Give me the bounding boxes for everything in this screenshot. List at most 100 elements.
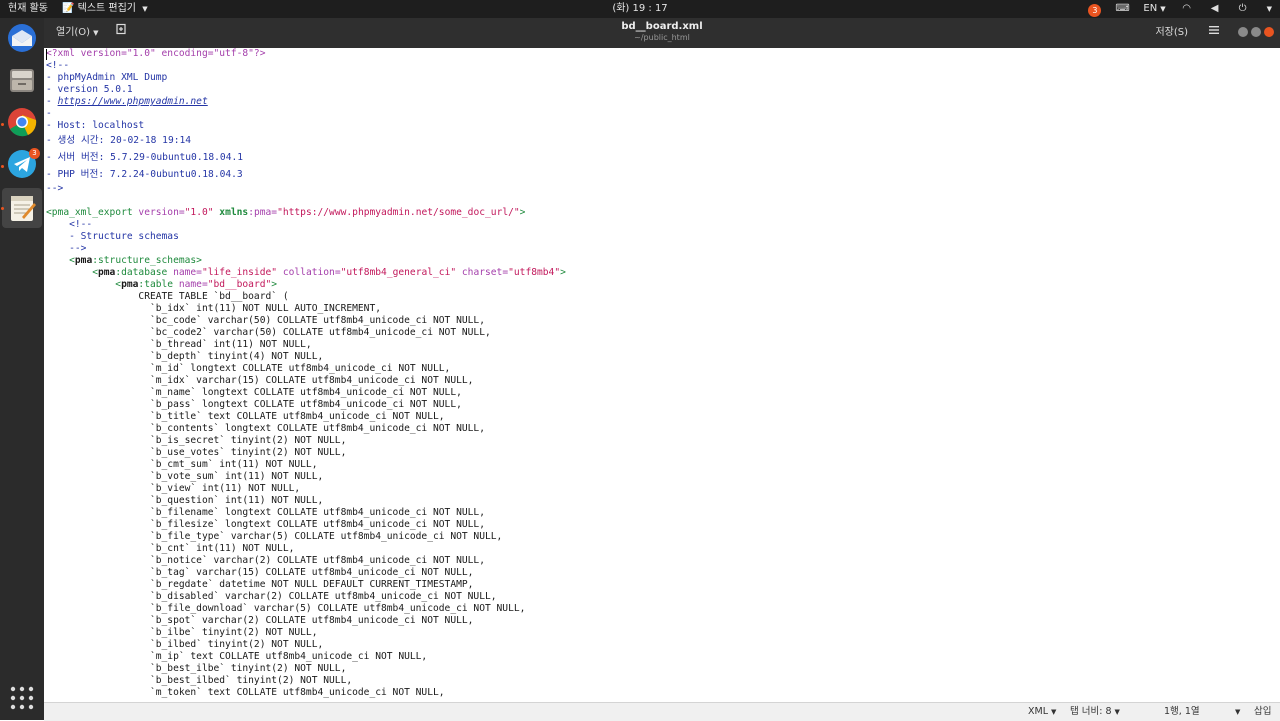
code-line: - phpMyAdmin XML Dump — [46, 72, 566, 84]
code-token: `b_spot` varchar(2) COLLATE utf8mb4_unic… — [46, 615, 474, 626]
hamburger-menu-button[interactable] — [1204, 23, 1224, 43]
app-menu[interactable]: 📝 텍스트 편집기 ▼ — [62, 0, 148, 18]
activities-button[interactable]: 현재 활동 — [8, 0, 48, 18]
code-token: - 서버 버전: 5.7.29-0ubuntu0.18.04.1 — [46, 152, 244, 163]
code-line: `b_disabled` varchar(2) COLLATE utf8mb4_… — [46, 591, 566, 603]
code-token[interactable]: https://www.phpmyadmin.net — [58, 96, 208, 107]
text-editor-area[interactable]: <?xml version="1.0" encoding="utf-8"?> <!… — [44, 48, 1280, 702]
code-token: :pma= — [248, 207, 278, 218]
tab-width-label: 탭 너비: 8 — [1070, 706, 1112, 717]
code-token: "https://www.phpmyadmin.net/some_doc_url… — [277, 207, 520, 218]
notepad-icon: 📝 — [61, 3, 75, 14]
code-line: `b_cnt` int(11) NOT NULL, — [46, 543, 566, 555]
text-editor-icon[interactable] — [2, 188, 42, 228]
code-line: --> — [46, 183, 566, 195]
code-token: < — [46, 267, 98, 278]
code-token: "bd__board" — [207, 279, 272, 290]
code-token: <!-- — [46, 60, 70, 71]
code-token: `b_file_type` varchar(5) COLLATE utf8mb4… — [46, 531, 503, 542]
code-token: `b_pass` longtext COLLATE utf8mb4_unicod… — [46, 399, 462, 410]
power-icon[interactable]: ⏻ — [1236, 0, 1250, 18]
close-button[interactable] — [1264, 27, 1274, 37]
code-token: "life_inside" — [201, 267, 283, 278]
code-token: `b_question` int(11) NOT NULL, — [46, 495, 324, 506]
code-token: `m_id` longtext COLLATE utf8mb4_unicode_… — [46, 363, 451, 374]
save-button[interactable]: 저장(S) — [1149, 23, 1194, 43]
cursor-position-label: 1행, 1열 — [1164, 706, 1200, 717]
chevron-down-icon: ▼ — [1160, 5, 1166, 13]
code-line: --> — [46, 243, 566, 255]
code-line: - version 5.0.1 — [46, 84, 566, 96]
wifi-icon[interactable]: ◠ — [1180, 0, 1194, 18]
code-token: CREATE TABLE `bd__board` ( — [46, 291, 289, 302]
volume-icon[interactable]: ◀ — [1208, 0, 1222, 18]
code-token: collation= — [282, 267, 341, 278]
code-line: - 서버 버전: 5.7.29-0ubuntu0.18.04.1 — [46, 149, 566, 166]
language-selector[interactable]: XML ▼ — [1028, 703, 1056, 721]
app-menu-label: 텍스트 편집기 — [77, 3, 137, 14]
code-line: `b_vote_sum` int(11) NOT NULL, — [46, 471, 566, 483]
code-token: pma — [97, 267, 116, 278]
code-line: `b_filename` longtext COLLATE utf8mb4_un… — [46, 507, 566, 519]
code-line: `b_file_download` varchar(5) COLLATE utf… — [46, 603, 566, 615]
code-token: `b_depth` tinyint(4) NOT NULL, — [46, 351, 324, 362]
running-indicator — [1, 207, 4, 210]
code-token: > — [271, 279, 278, 290]
code-token: - Host: localhost — [46, 120, 145, 131]
position-chevron-icon[interactable]: ▼ — [1232, 703, 1240, 721]
code-line: `b_is_secret` tinyint(2) NOT NULL, — [46, 435, 566, 447]
code-token: :table — [138, 279, 179, 290]
system-menu-chevron-icon[interactable]: ▼ — [1267, 0, 1272, 18]
keyboard-icon[interactable]: ⌨ — [1115, 0, 1129, 18]
code-line: <pma:table name="bd__board"> — [46, 279, 566, 291]
thunderbird-icon[interactable] — [6, 22, 38, 54]
code-line: `b_ilbe` tinyint(2) NOT NULL, — [46, 627, 566, 639]
code-line: - 생성 시간: 20-02-18 19:14 — [46, 132, 566, 149]
code-line: `b_view` int(11) NOT NULL, — [46, 483, 566, 495]
minimize-button[interactable] — [1238, 27, 1248, 37]
code-line: `b_best_ilbe` tinyint(2) NOT NULL, — [46, 663, 566, 675]
code-token: pma — [121, 279, 139, 290]
code-token: xmlns — [219, 207, 249, 218]
code-line: - https://www.phpmyadmin.net — [46, 96, 566, 108]
code-line: `m_ip` text COLLATE utf8mb4_unicode_ci N… — [46, 651, 566, 663]
code-line: `b_contents` longtext COLLATE utf8mb4_un… — [46, 423, 566, 435]
top-bar: 현재 활동 📝 텍스트 편집기 ▼ (화) 19 : 17 3 ⌨ EN ▼ ◠ … — [0, 0, 1280, 18]
code-token: `b_contents` longtext COLLATE utf8mb4_un… — [46, 423, 485, 434]
code-token: > — [560, 267, 566, 278]
code-token: `b_view` int(11) NOT NULL, — [46, 483, 301, 494]
code-token: <!-- — [46, 219, 93, 230]
code-token: `m_token` text COLLATE utf8mb4_unicode_c… — [46, 687, 445, 698]
code-token: `bc_code` varchar(50) COLLATE utf8mb4_un… — [46, 315, 485, 326]
chevron-down-icon: ▼ — [1114, 708, 1120, 716]
code-token: `b_is_secret` tinyint(2) NOT NULL, — [46, 435, 347, 446]
code-line: `b_pass` longtext COLLATE utf8mb4_unicod… — [46, 399, 566, 411]
insert-mode[interactable]: 삽입 — [1254, 703, 1271, 721]
chrome-icon[interactable] — [6, 106, 38, 138]
code-token: --> — [46, 183, 64, 194]
maximize-button[interactable] — [1251, 27, 1261, 37]
code-line: `b_tag` varchar(15) COLLATE utf8mb4_unic… — [46, 567, 566, 579]
code-line: `m_idx` varchar(15) COLLATE utf8mb4_unic… — [46, 375, 566, 387]
chevron-down-icon: ▼ — [142, 5, 148, 13]
code-line: <!-- — [46, 219, 566, 231]
code-token: `b_ilbe` tinyint(2) NOT NULL, — [46, 627, 318, 638]
code-token: :structure_schemas> — [92, 255, 202, 266]
code-token: > — [519, 207, 526, 218]
language-label: EN — [1143, 3, 1158, 14]
clock[interactable]: (화) 19 : 17 — [612, 3, 667, 14]
cursor-position[interactable]: 1행, 1열 — [1164, 703, 1200, 721]
code-token: "1.0" — [184, 207, 220, 218]
code-token: `m_ip` text COLLATE utf8mb4_unicode_ci N… — [46, 651, 428, 662]
code-line: <?xml version="1.0" encoding="utf-8"?> — [46, 48, 566, 60]
code-token: `b_filename` longtext COLLATE utf8mb4_un… — [46, 507, 485, 518]
code-line: `b_cmt_sum` int(11) NOT NULL, — [46, 459, 566, 471]
tab-width-selector[interactable]: 탭 너비: 8 ▼ — [1070, 703, 1120, 721]
notification-badge[interactable]: 3 — [1088, 3, 1102, 17]
language-indicator[interactable]: EN ▼ — [1143, 0, 1165, 18]
code-token: - version 5.0.1 — [46, 84, 133, 95]
code-token: `bc_code2` varchar(50) COLLATE utf8mb4_u… — [46, 327, 491, 338]
files-icon[interactable] — [6, 64, 38, 96]
show-applications-icon[interactable] — [6, 682, 38, 714]
code-token: - 생성 시간: 20-02-18 19:14 — [46, 135, 192, 146]
